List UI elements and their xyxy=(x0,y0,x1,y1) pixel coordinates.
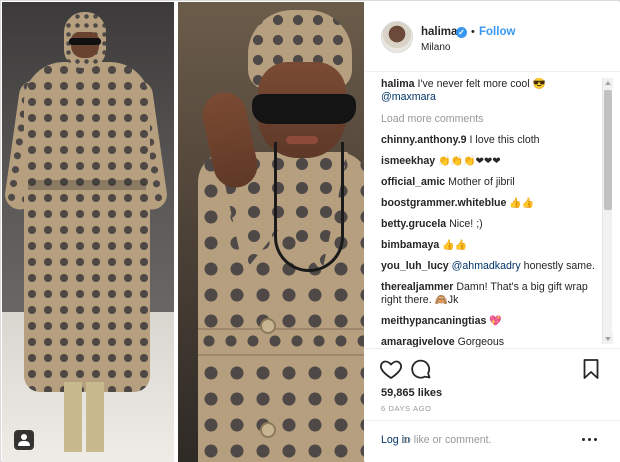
avatar[interactable] xyxy=(381,21,413,53)
comment-item: bimbamaya 👍👍 xyxy=(381,239,603,252)
follow-button[interactable]: Follow xyxy=(479,26,515,38)
post-side-panel: halima ✓ • Follow Milano halima I've nev… xyxy=(365,2,620,462)
comment-text: 💖 xyxy=(489,316,502,327)
comment-text: 👏👏👏❤❤❤ xyxy=(438,156,501,167)
verified-badge-icon: ✓ xyxy=(456,27,467,38)
more-options-icon[interactable] xyxy=(579,431,601,447)
login-prompt: Log in to like or comment. xyxy=(365,420,620,462)
comment-item: official_amic Mother of jibril xyxy=(381,176,603,189)
comment-item: betty.grucela Nice! ;) xyxy=(381,218,603,231)
scroll-up-arrow-icon[interactable] xyxy=(603,78,613,88)
comment-text: Nice! ;) xyxy=(449,218,483,230)
post-media[interactable] xyxy=(2,2,364,462)
scroll-thumb[interactable] xyxy=(604,90,612,210)
instagram-post: halima ✓ • Follow Milano halima I've nev… xyxy=(0,0,620,462)
runway-photo xyxy=(2,2,174,462)
location-link[interactable]: Milano xyxy=(421,42,450,53)
caption-mention[interactable]: @maxmara xyxy=(381,91,436,103)
comment-username[interactable]: therealjammer xyxy=(381,281,453,293)
comment-text: Mother of jibril xyxy=(448,176,515,188)
comment-item: boostgrammer.whiteblue 👍👍 xyxy=(381,197,603,210)
comment-username[interactable]: chinny.anthony.9 xyxy=(381,134,467,146)
comment-username[interactable]: meithypancaningtias xyxy=(381,315,486,327)
caption-username[interactable]: halima xyxy=(381,78,415,90)
comment-item: meithypancaningtias 💖 xyxy=(381,315,603,328)
closeup-photo xyxy=(178,2,364,462)
heart-icon[interactable] xyxy=(379,357,403,381)
comment-text: Gorgeous xyxy=(457,336,505,347)
comment-item: therealjammer Damn! That's a big gift wr… xyxy=(381,281,603,307)
comments-list[interactable]: halima I've never felt more cool 😎 @maxm… xyxy=(365,72,620,347)
comment-item: ismeekhay 👏👏👏❤❤❤ xyxy=(381,155,603,168)
user-tag-icon[interactable] xyxy=(14,430,34,450)
scroll-down-arrow-icon[interactable] xyxy=(603,334,613,344)
bookmark-icon[interactable] xyxy=(579,357,603,381)
comment-username[interactable]: bimbamaya xyxy=(381,239,439,251)
caption-text: I've never felt more cool 😎 xyxy=(417,78,546,90)
comment-mention[interactable]: @ahmadkadry xyxy=(452,260,521,272)
comments-scrollbar[interactable] xyxy=(602,78,613,344)
comment-username[interactable]: you_luh_lucy xyxy=(381,260,449,272)
load-more-comments-button[interactable]: Load more comments xyxy=(381,113,603,125)
comment-item: chinny.anthony.9 I love this cloth xyxy=(381,134,603,147)
login-prompt-text: to like or comment. xyxy=(402,434,492,446)
comment-item: amaragivelove Gorgeous xyxy=(381,336,603,347)
likes-count[interactable]: 59,865 likes xyxy=(381,387,442,399)
comment-text: 👍👍 xyxy=(509,198,535,209)
comment-username[interactable]: official_amic xyxy=(381,176,445,188)
post-header: halima ✓ • Follow Milano xyxy=(365,2,620,72)
caption: halima I've never felt more cool 😎 @maxm… xyxy=(381,78,603,104)
comment-username[interactable]: ismeekhay xyxy=(381,155,435,167)
comment-text: I love this cloth xyxy=(469,134,540,146)
comment-username[interactable]: betty.grucela xyxy=(381,218,446,230)
comment-username[interactable]: boostgrammer.whiteblue xyxy=(381,197,506,209)
comment-username[interactable]: amaragivelove xyxy=(381,336,455,347)
header-username[interactable]: halima xyxy=(421,26,457,38)
comment-text: honestly same. xyxy=(523,260,595,272)
comment-icon[interactable] xyxy=(409,357,433,381)
comment-item: you_luh_lucy @ahmadkadry honestly same. xyxy=(381,260,603,273)
comment-text: 👍👍 xyxy=(442,240,468,251)
post-timestamp[interactable]: 6 DAYS AGO xyxy=(381,404,431,413)
header-separator: • xyxy=(471,26,475,38)
